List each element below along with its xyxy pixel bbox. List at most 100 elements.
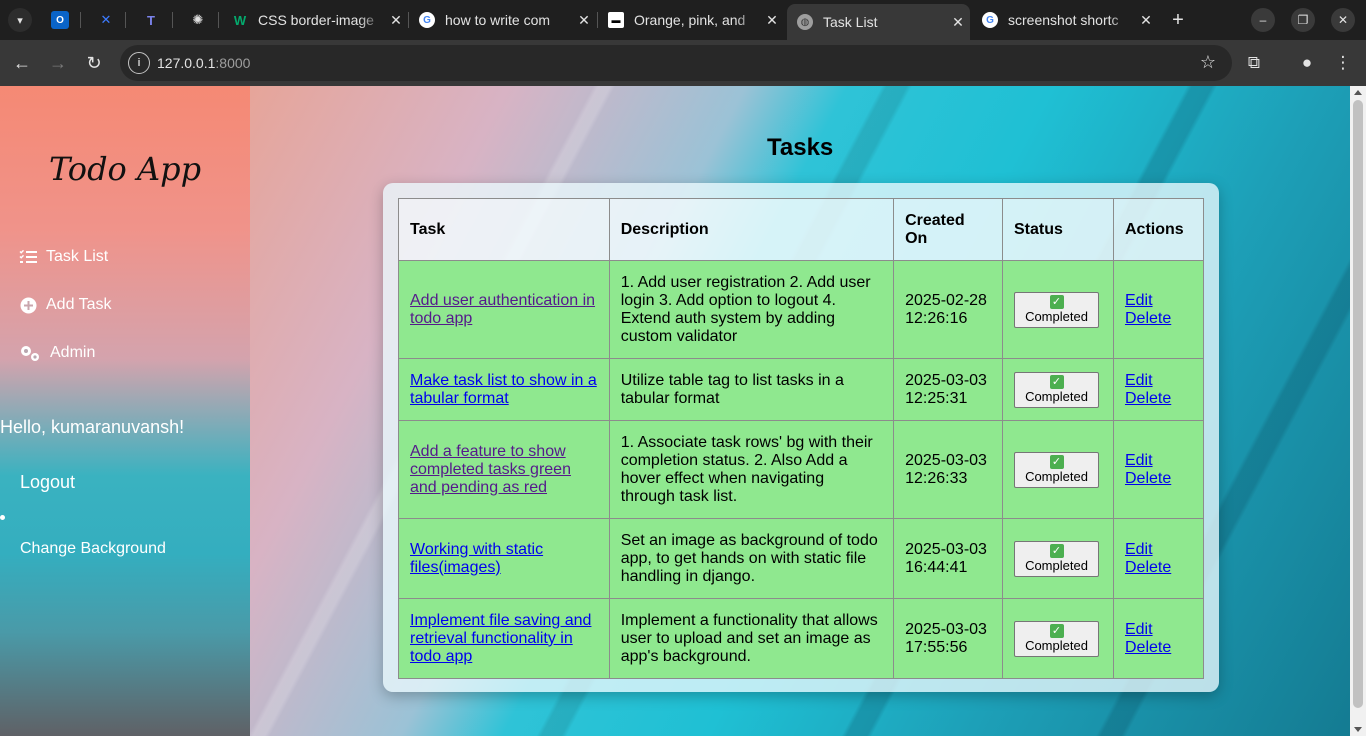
google-icon: G (419, 12, 435, 28)
task-table-card: Task Description Created On Status Actio… (383, 183, 1219, 692)
check-mark-icon: ✓ (1049, 544, 1064, 558)
table-row: Make task list to show in a tabular form… (398, 358, 1205, 421)
bookmark-star-icon[interactable]: ☆ (1200, 52, 1216, 73)
table-header-row: Task Description Created On Status Actio… (398, 198, 1205, 261)
column-header-description: Description (608, 198, 895, 261)
scroll-up-icon[interactable] (1354, 90, 1362, 95)
edit-link[interactable]: Edit (1125, 372, 1192, 390)
edit-link[interactable]: Edit (1125, 541, 1192, 559)
change-background-link[interactable]: Change Background (20, 540, 166, 558)
profile-icon[interactable]: ● (1293, 49, 1321, 77)
extensions-icon[interactable]: ⧉ (1240, 49, 1268, 77)
column-header-created-on: Created On (893, 198, 1003, 261)
browser-toolbar: ← → ↻ i 127.0.0.1:8000 ☆ ⧉ ● ⋮ (0, 40, 1366, 86)
task-link[interactable]: Add user authentication in todo app (410, 292, 595, 327)
tab-screenshot-shortcut[interactable]: G screenshot shortc ✕ (972, 4, 1158, 36)
plus-circle-icon (19, 296, 37, 314)
task-cell: Add user authentication in todo app (398, 260, 610, 359)
edit-link[interactable]: Edit (1125, 621, 1192, 639)
restore-icon[interactable]: ❐ (1291, 8, 1315, 32)
outlook-icon[interactable]: O (51, 11, 69, 29)
logout-link[interactable]: Logout (20, 472, 75, 493)
actions-cell: Edit Delete (1112, 598, 1205, 679)
nav-label: Admin (50, 344, 96, 361)
delete-link[interactable]: Delete (1125, 559, 1192, 577)
more-menu-icon[interactable]: ⋮ (1329, 49, 1357, 77)
task-link[interactable]: Working with static files(images) (410, 541, 543, 576)
created-on-cell: 2025-03-03 12:26:33 (893, 420, 1003, 519)
delete-link[interactable]: Delete (1125, 639, 1192, 657)
w3schools-icon: W (233, 12, 247, 28)
created-on-cell: 2025-03-03 16:44:41 (893, 518, 1003, 599)
status-label: Completed (1025, 309, 1088, 324)
back-icon[interactable]: ← (8, 49, 36, 77)
page-viewport: Todo App Task List Add Task Admin Hello,… (0, 86, 1366, 736)
table-row: Add a feature to show completed tasks gr… (398, 420, 1205, 519)
jira-icon[interactable]: ✕ (94, 8, 118, 32)
site-info-icon[interactable]: i (128, 52, 150, 74)
edit-link[interactable]: Edit (1125, 292, 1192, 310)
address-bar[interactable]: i 127.0.0.1:8000 ☆ (120, 45, 1232, 81)
tab-title: Orange, pink, and (634, 12, 746, 28)
task-link[interactable]: Implement file saving and retrieval func… (410, 612, 591, 665)
close-tab-icon[interactable]: ✕ (946, 14, 970, 31)
check-mark-icon: ✓ (1049, 375, 1064, 389)
tab-task-list[interactable]: ◍ Task List ✕ (787, 4, 970, 40)
status-label: Completed (1025, 389, 1088, 404)
status-toggle-button[interactable]: ✓ Completed (1014, 620, 1099, 657)
scrollbar-thumb[interactable] (1353, 100, 1363, 708)
task-link[interactable]: Add a feature to show completed tasks gr… (410, 443, 571, 496)
gears-icon (19, 344, 41, 362)
nav-add-task[interactable]: Add Task (19, 293, 112, 317)
check-mark-icon: ✓ (1049, 624, 1064, 638)
close-tab-icon[interactable]: ✕ (384, 12, 408, 29)
status-toggle-button[interactable]: ✓ Completed (1014, 451, 1099, 488)
nav-task-list[interactable]: Task List (19, 245, 108, 269)
minimize-icon[interactable]: – (1251, 8, 1275, 32)
chatgpt-icon[interactable]: ✺ (186, 8, 210, 32)
description-cell: 1. Add user registration 2. Add user log… (608, 260, 895, 359)
delete-link[interactable]: Delete (1125, 390, 1192, 408)
close-tab-icon[interactable]: ✕ (572, 12, 596, 29)
status-toggle-button[interactable]: ✓ Completed (1014, 291, 1099, 328)
sidebar: Todo App Task List Add Task Admin Hello,… (0, 86, 250, 736)
description-cell: Utilize table tag to list tasks in a tab… (608, 358, 895, 421)
edit-link[interactable]: Edit (1125, 452, 1192, 470)
column-header-actions: Actions (1112, 198, 1205, 261)
nav-admin[interactable]: Admin (19, 341, 95, 365)
task-cell: Working with static files(images) (398, 518, 610, 599)
close-window-icon[interactable]: ✕ (1331, 8, 1355, 32)
tab-unsplash[interactable]: ▬ Orange, pink, and ✕ (598, 4, 784, 36)
task-table: Task Description Created On Status Actio… (398, 198, 1205, 679)
table-row: Working with static files(images) Set an… (398, 518, 1205, 599)
reload-icon[interactable]: ↻ (80, 49, 108, 77)
app-logo: Todo App (48, 150, 202, 188)
forward-icon[interactable]: → (44, 49, 72, 77)
tab-how-to-write[interactable]: G how to write com ✕ (409, 4, 596, 36)
check-mark-icon: ✓ (1049, 455, 1064, 469)
list-icon (19, 248, 37, 266)
close-tab-icon[interactable]: ✕ (1134, 12, 1158, 29)
status-cell: ✓ Completed (1002, 420, 1114, 519)
vertical-scrollbar[interactable] (1350, 86, 1366, 736)
task-link[interactable]: Make task list to show in a tabular form… (410, 372, 597, 407)
url-text[interactable]: 127.0.0.1:8000 (157, 55, 250, 71)
delete-link[interactable]: Delete (1125, 470, 1192, 488)
created-on-cell: 2025-02-28 12:26:16 (893, 260, 1003, 359)
teams-icon[interactable]: T (139, 8, 163, 32)
check-mark-icon: ✓ (1049, 295, 1064, 309)
tab-css-border-image[interactable]: W CSS border-image ✕ (222, 4, 408, 36)
actions-cell: Edit Delete (1112, 260, 1205, 359)
close-tab-icon[interactable]: ✕ (760, 12, 784, 29)
delete-link[interactable]: Delete (1125, 310, 1192, 328)
status-toggle-button[interactable]: ✓ Completed (1014, 540, 1099, 577)
new-tab-icon[interactable]: + (1166, 8, 1190, 32)
tab-divider (172, 12, 173, 28)
tab-search-icon[interactable]: ▾ (8, 8, 32, 32)
status-toggle-button[interactable]: ✓ Completed (1014, 371, 1099, 408)
table-row: Implement file saving and retrieval func… (398, 598, 1205, 679)
tab-divider (218, 12, 219, 28)
task-cell: Implement file saving and retrieval func… (398, 598, 610, 679)
scroll-down-icon[interactable] (1354, 727, 1362, 732)
status-label: Completed (1025, 638, 1088, 653)
